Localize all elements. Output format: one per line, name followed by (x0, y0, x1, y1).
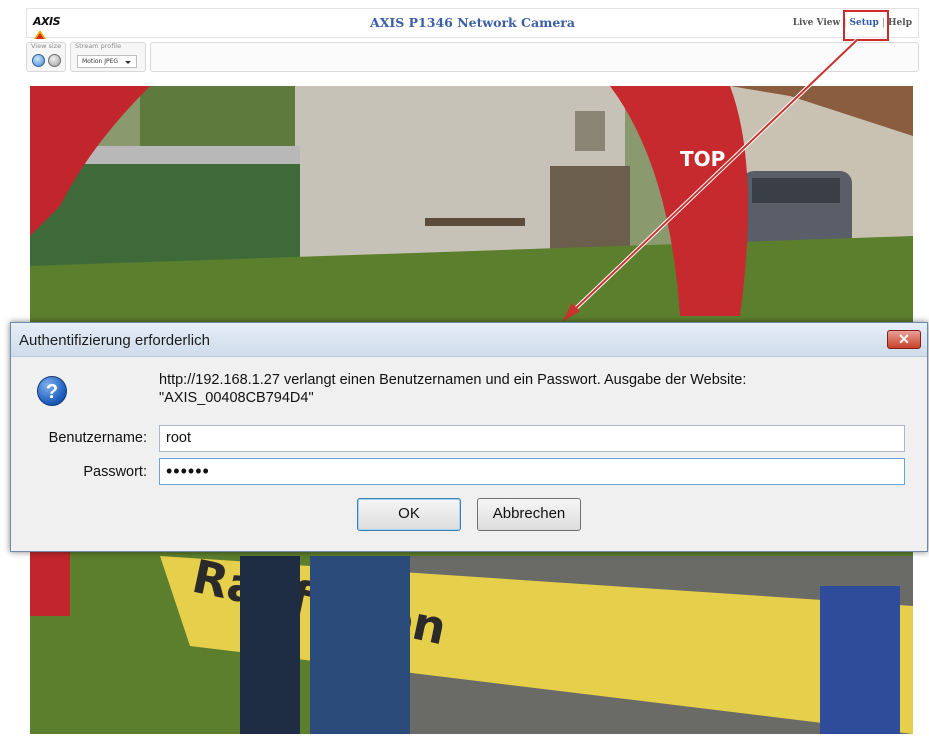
ok-button[interactable]: OK (357, 498, 461, 531)
svg-text:TOP: TOP (680, 147, 725, 171)
dialog-title: Authentifizierung erforderlich (19, 332, 210, 349)
question-icon: ? (37, 376, 67, 406)
stream-profile-group: Stream profile Motion JPEG (70, 42, 146, 72)
password-field[interactable]: •••••• (159, 458, 905, 485)
toolbar-empty-area (150, 42, 919, 72)
stream-profile-value: Motion JPEG (82, 58, 119, 65)
username-value: root (166, 430, 191, 446)
username-field[interactable]: root (159, 425, 905, 452)
cancel-button-label: Abbrechen (492, 505, 566, 522)
camera-header: AXIS AXIS P1346 Network Camera Live View… (26, 8, 919, 39)
nav-live-view[interactable]: Live View (793, 18, 841, 28)
auth-dialog: Authentifizierung erforderlich ✕ ? http:… (10, 322, 928, 552)
view-size-small-button[interactable] (32, 54, 45, 67)
view-size-label: View size (31, 42, 62, 50)
logo-triangle-red-icon (36, 33, 44, 39)
dialog-message: http://192.168.1.27 verlangt einen Benut… (159, 372, 747, 406)
view-size-large-button[interactable] (48, 54, 61, 67)
nav-help[interactable]: Help (888, 18, 912, 28)
view-toolbar: View size Stream profile Motion JPEG (26, 42, 919, 74)
cancel-button[interactable]: Abbrechen (477, 498, 581, 531)
page-title: AXIS P1346 Network Camera (370, 15, 575, 30)
password-label: Passwort: (83, 464, 147, 480)
close-button[interactable]: ✕ (887, 330, 921, 349)
password-value: •••••• (166, 461, 210, 481)
stream-profile-label: Stream profile (75, 42, 122, 50)
chevron-down-icon (125, 61, 131, 64)
username-label: Benutzername: (48, 430, 147, 446)
ok-button-label: OK (398, 505, 420, 522)
dialog-titlebar[interactable]: Authentifizierung erforderlich ✕ (11, 323, 927, 357)
close-icon: ✕ (898, 331, 910, 347)
setup-highlight-box (843, 10, 889, 41)
stream-profile-select[interactable]: Motion JPEG (77, 55, 137, 68)
view-size-group: View size (26, 42, 66, 72)
